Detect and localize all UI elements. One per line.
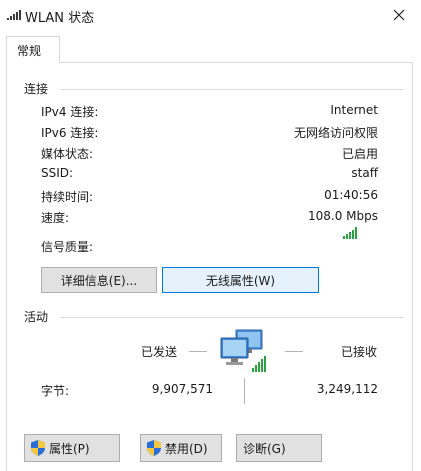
activity-separator <box>244 378 245 404</box>
speed-label: 速度: <box>41 211 70 225</box>
wireless-properties-button-label: 无线属性(W) <box>205 273 276 288</box>
close-icon <box>393 9 405 21</box>
ssid-value: staff <box>351 166 378 180</box>
tab-general[interactable]: 常规 <box>6 36 60 63</box>
signal-quality-label: 信号质量: <box>41 240 94 254</box>
bytes-sent-value: 9,907,571 <box>151 382 213 396</box>
connection-divider <box>60 89 404 90</box>
wifi-signal-icon <box>7 10 21 20</box>
ipv4-value: Internet <box>330 103 378 117</box>
diagnose-button[interactable]: 诊断(G) <box>236 434 322 462</box>
details-button-label: 详细信息(E)... <box>60 273 138 288</box>
signal-quality-icon <box>343 227 357 239</box>
connection-section-title: 连接 <box>24 82 49 96</box>
bytes-label: 字节: <box>41 384 70 398</box>
wireless-properties-button[interactable]: 无线属性(W) <box>162 267 319 293</box>
sent-label: 已发送 <box>141 345 178 359</box>
uac-shield-icon <box>31 440 45 456</box>
bytes-received-value: 3,249,112 <box>316 382 378 396</box>
media-state-label: 媒体状态: <box>41 147 94 161</box>
speed-value: 108.0 Mbps <box>307 209 378 223</box>
received-dash <box>285 351 303 352</box>
disable-button[interactable]: 禁用(D) <box>140 434 222 462</box>
properties-button[interactable]: 属性(P) <box>24 434 120 462</box>
uac-shield-icon <box>147 440 161 456</box>
received-label: 已接收 <box>341 345 378 359</box>
disable-button-label: 禁用(D) <box>165 441 208 456</box>
ipv6-value: 无网络访问权限 <box>293 126 378 140</box>
ssid-label: SSID: <box>41 166 74 180</box>
duration-label: 持续时间: <box>41 190 94 204</box>
sent-dash <box>189 351 207 352</box>
close-button[interactable] <box>377 0 421 30</box>
ipv6-label: IPv6 连接: <box>41 126 99 140</box>
properties-button-label: 属性(P) <box>49 441 90 456</box>
activity-section-title: 活动 <box>24 310 49 324</box>
network-computer-icon <box>220 329 266 372</box>
tab-general-label: 常规 <box>17 44 42 58</box>
ipv4-label: IPv4 连接: <box>41 105 99 119</box>
activity-divider <box>60 317 404 318</box>
details-button[interactable]: 详细信息(E)... <box>41 267 157 293</box>
media-state-value: 已启用 <box>341 147 378 161</box>
window-title: WLAN 状态 <box>25 11 95 26</box>
title-bar: WLAN 状态 <box>0 0 421 30</box>
diagnose-button-label: 诊断(G) <box>243 441 286 456</box>
duration-value: 01:40:56 <box>324 188 378 202</box>
